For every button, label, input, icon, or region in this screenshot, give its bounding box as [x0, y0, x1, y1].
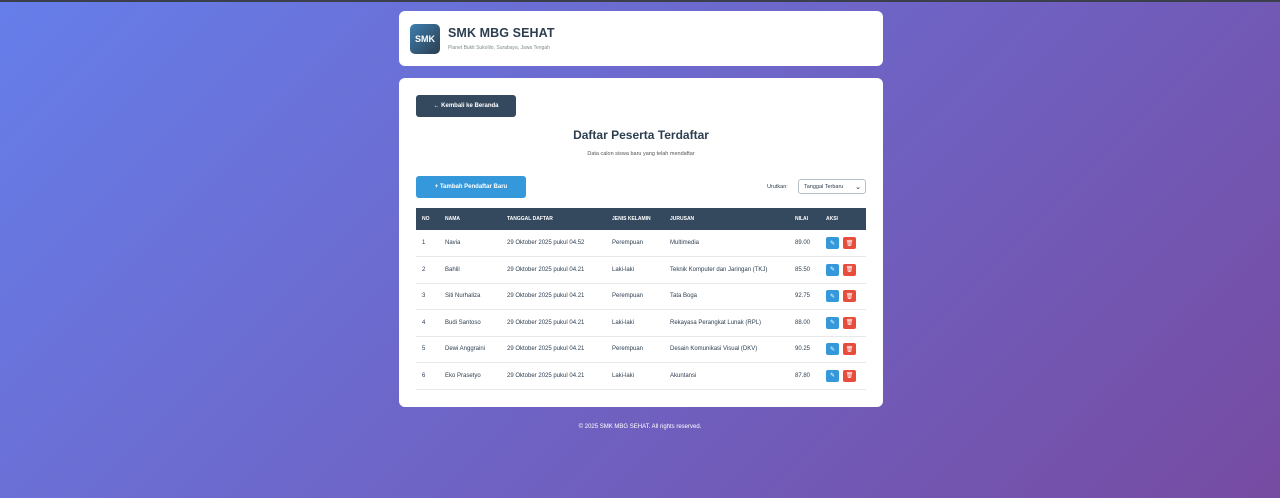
cell-jenis-kelamin: Laki-laki: [612, 266, 635, 273]
cell-nama: Siti Nurhaliza: [445, 293, 481, 300]
edit-icon: ✎: [829, 267, 836, 274]
cell-jenis-kelamin: Perempuan: [612, 240, 644, 246]
cell-no: 3: [422, 293, 426, 300]
cell-nama: Bahlil: [445, 266, 460, 273]
delete-button[interactable]: 🗑: [843, 237, 856, 249]
table-row: 5 Dewi Anggraini 29 Oktober 2025 pukul 0…: [416, 336, 866, 363]
edit-icon: ✎: [829, 346, 836, 353]
add-registrant-button[interactable]: + Tambah Pendaftar Baru: [416, 176, 526, 198]
window-top-border: [0, 0, 1280, 2]
header-no: NO: [422, 216, 430, 222]
cell-tanggal: 29 Oktober 2025 pukul 04.21: [507, 372, 585, 379]
cell-tanggal: 29 Oktober 2025 pukul 04.21: [507, 346, 585, 353]
trash-icon: 🗑: [845, 320, 854, 327]
table-row: 6 Eko Prasetyo 29 Oktober 2025 pukul 04.…: [416, 363, 866, 390]
edit-button[interactable]: ✎: [826, 343, 839, 356]
cell-no: 1: [422, 240, 426, 246]
cell-jurusan: Teknik Komputer dan Jaringan (TKJ): [670, 266, 768, 273]
trash-icon: 🗑: [845, 267, 854, 274]
edit-icon: ✎: [829, 240, 836, 247]
cell-jurusan: Desain Komunikasi Visual (DKV): [670, 346, 758, 353]
cell-jurusan: Rekayasa Perangkat Lunak (RPL): [670, 319, 762, 326]
cell-nama: Eko Prasetyo: [445, 372, 481, 379]
edit-button[interactable]: ✎: [826, 316, 839, 329]
table-row: 2 Bahlil 29 Oktober 2025 pukul 04.21 Lak…: [416, 257, 866, 284]
edit-button[interactable]: ✎: [826, 237, 839, 249]
table-row: 4 Budi Santoso 29 Oktober 2025 pukul 04.…: [416, 310, 866, 337]
header-jurusan: JURUSAN: [670, 216, 695, 222]
cell-tanggal: 29 Oktober 2025 pukul 04.52: [507, 240, 585, 246]
edit-icon: ✎: [829, 293, 836, 300]
cell-nilai: 87.80: [795, 372, 811, 379]
delete-button[interactable]: 🗑: [843, 369, 856, 382]
trash-icon: 🗑: [845, 373, 854, 380]
school-address: Planet Bukit Sukolilo, Surabaya, Jawa Te…: [448, 45, 550, 51]
edit-button[interactable]: ✎: [826, 263, 839, 276]
cell-aksi: ✎ 🗑: [820, 230, 866, 257]
cell-nilai: 89.00: [795, 240, 811, 246]
cell-no: 6: [422, 372, 426, 379]
delete-button[interactable]: 🗑: [843, 263, 856, 276]
school-logo: SMK: [410, 23, 440, 54]
header-aksi: AKSI: [826, 216, 838, 222]
back-to-home-button[interactable]: ← Kembali ke Beranda: [416, 95, 516, 117]
cell-tanggal: 29 Oktober 2025 pukul 04.21: [507, 319, 585, 326]
table-row: 1 Navia 29 Oktober 2025 pukul 04.52 Pere…: [416, 230, 866, 257]
delete-button[interactable]: 🗑: [843, 290, 856, 303]
cell-jenis-kelamin: Laki-laki: [612, 372, 635, 379]
edit-icon: ✎: [829, 373, 836, 380]
trash-icon: 🗑: [845, 293, 854, 300]
cell-jurusan: Akuntansi: [670, 372, 697, 379]
site-header: SMK SMK MBG SEHAT Planet Bukit Sukolilo,…: [399, 11, 883, 66]
cell-nilai: 90.25: [795, 346, 811, 353]
header-nilai: NILAI: [795, 216, 809, 222]
school-name: SMK MBG SEHAT: [448, 26, 555, 40]
cell-jurusan: Tata Boga: [670, 293, 698, 300]
cell-nama: Budi Santoso: [445, 319, 481, 326]
cell-aksi: ✎ 🗑: [820, 257, 866, 284]
registrants-panel: ← Kembali ke Beranda Daftar Peserta Terd…: [399, 78, 883, 407]
cell-aksi: ✎ 🗑: [820, 283, 866, 310]
registrants-table: NO NAMA TANGGAL DAFTAR JENIS KELAMIN JUR…: [416, 208, 866, 390]
sort-select-value: Tanggal Terbaru: [804, 183, 844, 190]
table-row: 3 Siti Nurhaliza 29 Oktober 2025 pukul 0…: [416, 283, 866, 310]
delete-button[interactable]: 🗑: [843, 343, 856, 356]
header-nama: NAMA: [445, 216, 460, 222]
cell-no: 2: [422, 266, 426, 273]
brand-block: SMK MBG SEHAT Planet Bukit Sukolilo, Sur…: [448, 26, 555, 51]
footer-copyright: © 2025 SMK MBG SEHAT. All rights reserve…: [578, 424, 702, 430]
delete-button[interactable]: 🗑: [843, 316, 856, 329]
trash-icon: 🗑: [845, 240, 854, 247]
cell-jenis-kelamin: Perempuan: [612, 293, 644, 300]
cell-nilai: 85.50: [795, 266, 811, 273]
cell-jenis-kelamin: Perempuan: [612, 346, 644, 353]
cell-jurusan: Multimedia: [670, 240, 700, 246]
chevron-down-icon: ⌄: [855, 184, 861, 191]
edit-icon: ✎: [829, 320, 836, 327]
cell-tanggal: 29 Oktober 2025 pukul 04.21: [507, 293, 585, 300]
cell-jenis-kelamin: Laki-laki: [612, 319, 635, 326]
edit-button[interactable]: ✎: [826, 290, 839, 303]
cell-aksi: ✎ 🗑: [820, 310, 866, 337]
cell-nilai: 92.75: [795, 293, 811, 300]
cell-aksi: ✎ 🗑: [820, 336, 866, 363]
cell-tanggal: 29 Oktober 2025 pukul 04.21: [507, 266, 585, 273]
trash-icon: 🗑: [845, 346, 854, 353]
page-title: Daftar Peserta Terdaftar: [573, 128, 709, 142]
sort-select[interactable]: Tanggal Terbaru ⌄: [798, 179, 866, 194]
cell-nama: Dewi Anggraini: [445, 346, 486, 353]
cell-no: 4: [422, 319, 426, 326]
sort-label: Urutkan:: [767, 184, 788, 190]
edit-button[interactable]: ✎: [826, 369, 839, 382]
cell-nilai: 88.00: [795, 319, 811, 326]
cell-nama: Navia: [445, 240, 461, 246]
header-jenis-kelamin: JENIS KELAMIN: [612, 216, 651, 222]
header-tanggal-daftar: TANGGAL DAFTAR: [507, 216, 553, 222]
page-subtitle: Data calon siswa baru yang telah mendaft…: [587, 151, 695, 157]
table-header-row: NO NAMA TANGGAL DAFTAR JENIS KELAMIN JUR…: [416, 208, 866, 230]
cell-aksi: ✎ 🗑: [820, 363, 866, 390]
cell-no: 5: [422, 346, 426, 353]
